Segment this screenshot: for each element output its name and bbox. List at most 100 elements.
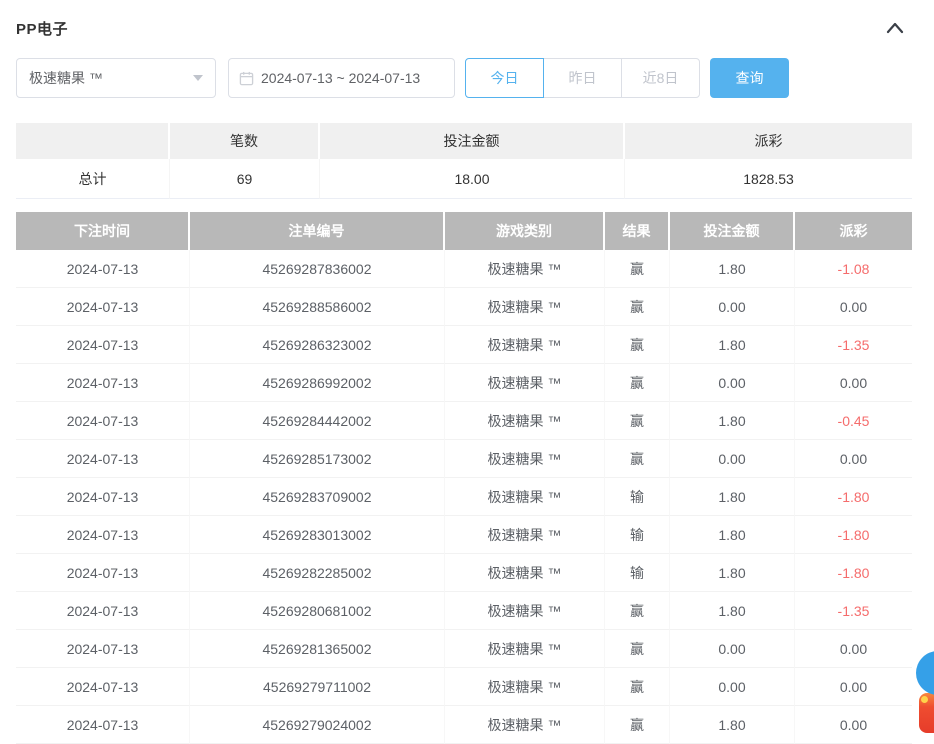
game-select-value: 极速糖果 ™ [29,68,103,88]
game-type-cell: 极速糖果 ™ [445,326,605,364]
payout-cell: -1.80 [795,478,912,516]
summary-table: 笔数 投注金额 派彩 总计 69 18.00 1828.53 [16,123,912,199]
game-type-cell: 极速糖果 ™ [445,364,605,402]
payout-cell: 0.00 [795,630,912,668]
table-row: 2024-07-13 45269286323002 极速糖果 ™ 赢 1.80 … [16,326,912,364]
payout-cell: 0.00 [795,288,912,326]
payout-cell: -1.35 [795,326,912,364]
bet-amount-cell: 1.80 [670,592,795,630]
bets-table-header-row: 下注时间 注单编号 游戏类别 结果 投注金额 派彩 [16,212,912,250]
bet-amount-cell: 0.00 [670,364,795,402]
bets-table: 下注时间 注单编号 游戏类别 结果 投注金额 派彩 2024-07-13 452… [16,212,912,744]
bet-date-cell: 2024-07-13 [16,288,190,326]
quick-filter-group: 今日 昨日 近8日 [465,58,700,98]
panel-header: PP电子 [16,18,918,38]
bet-date-cell: 2024-07-13 [16,630,190,668]
bet-amount-cell: 1.80 [670,706,795,744]
filter-bar: 极速糖果 ™ 2024-07-13 ~ 2024-07-13 今日 昨日 近8日… [16,58,918,98]
header-bet-amount: 投注金额 [670,212,795,250]
header-bet-id: 注单编号 [190,212,445,250]
chat-fab-icon[interactable] [916,651,934,695]
result-cell: 赢 [605,326,670,364]
game-type-cell: 极速糖果 ™ [445,592,605,630]
bet-id-cell: 45269283013002 [190,516,445,554]
payout-cell: 0.00 [795,364,912,402]
bet-amount-cell: 1.80 [670,402,795,440]
bet-id-cell: 45269286323002 [190,326,445,364]
promo-fab-icon[interactable] [919,693,934,733]
result-cell: 赢 [605,668,670,706]
result-cell: 赢 [605,630,670,668]
result-cell: 输 [605,478,670,516]
table-row: 2024-07-13 45269283013002 极速糖果 ™ 输 1.80 … [16,516,912,554]
quick-filter-last8days[interactable]: 近8日 [621,58,700,98]
bet-id-cell: 45269284442002 [190,402,445,440]
bet-id-cell: 45269286992002 [190,364,445,402]
summary-header-count: 笔数 [170,123,320,159]
promo-dot-icon [921,696,928,703]
header-bet-time: 下注时间 [16,212,190,250]
bet-amount-cell: 1.80 [670,516,795,554]
quick-filter-today[interactable]: 今日 [465,58,544,98]
summary-header-payout: 派彩 [625,123,912,159]
bet-amount-cell: 0.00 [670,668,795,706]
page-title: PP电子 [16,18,68,39]
game-type-cell: 极速糖果 ™ [445,402,605,440]
game-select[interactable]: 极速糖果 ™ [16,58,216,98]
bet-id-cell: 45269280681002 [190,592,445,630]
bet-id-cell: 45269281365002 [190,630,445,668]
result-cell: 赢 [605,402,670,440]
summary-header-empty [16,123,170,159]
bet-id-cell: 45269279024002 [190,706,445,744]
date-range-input[interactable]: 2024-07-13 ~ 2024-07-13 [228,58,455,98]
table-row: 2024-07-13 45269280681002 极速糖果 ™ 赢 1.80 … [16,592,912,630]
bet-date-cell: 2024-07-13 [16,706,190,744]
summary-total-count: 69 [170,159,320,199]
header-result: 结果 [605,212,670,250]
bets-table-body: 2024-07-13 45269287836002 极速糖果 ™ 赢 1.80 … [16,250,912,744]
payout-cell: -0.45 [795,402,912,440]
table-row: 2024-07-13 45269285173002 极速糖果 ™ 赢 0.00 … [16,440,912,478]
summary-total-label: 总计 [16,159,170,199]
result-cell: 赢 [605,250,670,288]
bet-id-cell: 45269282285002 [190,554,445,592]
table-row: 2024-07-13 45269286992002 极速糖果 ™ 赢 0.00 … [16,364,912,402]
bet-date-cell: 2024-07-13 [16,402,190,440]
bet-amount-cell: 0.00 [670,288,795,326]
bet-amount-cell: 1.80 [670,554,795,592]
bet-date-cell: 2024-07-13 [16,364,190,402]
table-row: 2024-07-13 45269284442002 极速糖果 ™ 赢 1.80 … [16,402,912,440]
query-button[interactable]: 查询 [710,58,789,98]
game-type-cell: 极速糖果 ™ [445,478,605,516]
game-type-cell: 极速糖果 ™ [445,554,605,592]
bet-date-cell: 2024-07-13 [16,326,190,364]
report-panel: PP电子 极速糖果 ™ 2024-07-13 ~ 2024-07-13 今日 昨… [0,0,934,729]
result-cell: 赢 [605,592,670,630]
bet-amount-cell: 0.00 [670,440,795,478]
bet-date-cell: 2024-07-13 [16,668,190,706]
bet-amount-cell: 1.80 [670,478,795,516]
bet-date-cell: 2024-07-13 [16,440,190,478]
payout-cell: 0.00 [795,440,912,478]
bet-amount-cell: 1.80 [670,250,795,288]
result-cell: 赢 [605,288,670,326]
calendar-icon [239,71,254,86]
chevron-up-icon[interactable] [884,18,906,38]
table-row: 2024-07-13 45269279711002 极速糖果 ™ 赢 0.00 … [16,668,912,706]
header-payout: 派彩 [795,212,912,250]
quick-filter-yesterday[interactable]: 昨日 [543,58,622,98]
table-row: 2024-07-13 45269288586002 极速糖果 ™ 赢 0.00 … [16,288,912,326]
bet-id-cell: 45269283709002 [190,478,445,516]
table-row: 2024-07-13 45269279024002 极速糖果 ™ 赢 1.80 … [16,706,912,744]
result-cell: 输 [605,554,670,592]
bet-amount-cell: 0.00 [670,630,795,668]
payout-cell: -1.35 [795,592,912,630]
table-row: 2024-07-13 45269282285002 极速糖果 ™ 输 1.80 … [16,554,912,592]
table-row: 2024-07-13 45269283709002 极速糖果 ™ 输 1.80 … [16,478,912,516]
bet-id-cell: 45269287836002 [190,250,445,288]
game-type-cell: 极速糖果 ™ [445,630,605,668]
table-row: 2024-07-13 45269287836002 极速糖果 ™ 赢 1.80 … [16,250,912,288]
summary-header-row: 笔数 投注金额 派彩 [16,123,912,159]
result-cell: 赢 [605,706,670,744]
game-type-cell: 极速糖果 ™ [445,250,605,288]
